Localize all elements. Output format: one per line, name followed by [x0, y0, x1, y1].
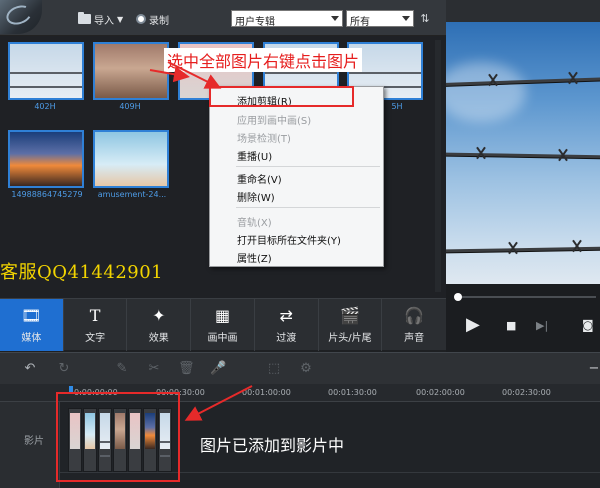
import-label: 导入 [94, 15, 114, 27]
tool-text[interactable]: T 文字 [64, 299, 128, 351]
picture-in-picture-icon: ▦ [214, 305, 231, 325]
undo-icon[interactable]: ↶ [22, 361, 38, 377]
edit-icon[interactable]: ✎ [114, 361, 130, 377]
chevron-down-icon [402, 16, 410, 21]
scrollbar[interactable] [435, 40, 441, 292]
tool-label: 片头/片尾 [328, 332, 372, 344]
barb [486, 73, 500, 87]
folder-icon [78, 12, 91, 24]
headphones-icon: 🎧 [404, 305, 425, 325]
filter-select-value: 所有 [350, 17, 370, 28]
menu-item-open-folder[interactable]: 打开目标所在文件夹(Y) [237, 232, 341, 247]
next-frame-icon[interactable]: ▶| [536, 319, 548, 332]
media-thumbnail[interactable] [93, 42, 169, 100]
media-thumbnail[interactable] [93, 130, 169, 188]
settings-icon[interactable]: ⚙ [298, 361, 314, 377]
ruler-tick: 00:01:30:00 [328, 388, 377, 397]
tool-titles[interactable]: 🎬 片头/片尾 [319, 299, 383, 351]
barbed-wire [446, 152, 600, 159]
ruler-tick: 00:02:30:00 [502, 388, 551, 397]
media-thumbnail[interactable] [8, 42, 84, 100]
sort-icon[interactable]: ⇅ [418, 12, 432, 25]
redo-icon[interactable]: ↻ [56, 361, 72, 377]
highlight-box-clips [56, 392, 180, 482]
playback-controls: ▶ ■ ▶| ◙ [446, 284, 600, 352]
text-icon: T [89, 305, 101, 325]
record-icon [136, 14, 146, 24]
app-logo-icon[interactable] [0, 0, 42, 34]
import-button[interactable]: 导入 ▼ [78, 11, 123, 27]
tool-label: 文字 [85, 332, 106, 344]
record-label: 录制 [149, 15, 169, 27]
tool-sound[interactable]: 🎧 声音 [382, 299, 446, 351]
album-select-value: 用户专辑 [235, 17, 275, 28]
play-icon[interactable]: ▶ [466, 314, 480, 335]
tool-picture-in-picture[interactable]: ▦ 画中画 [191, 299, 255, 351]
chevron-down-icon [331, 16, 339, 21]
track-header: 影片 [0, 402, 60, 488]
menu-item-audio-track[interactable]: 音轨(X) [237, 214, 272, 229]
cut-icon[interactable]: ✂ [146, 361, 162, 377]
stop-icon[interactable]: ■ [506, 319, 516, 332]
barb [474, 146, 488, 160]
delete-icon[interactable]: 🗑 [178, 361, 195, 377]
top-toolbar: 导入 ▼ 录制 用户专辑 所有 ⇅ [0, 0, 446, 36]
tools-bar: 🎞 媒体 T 文字 ✦ 效果 ▦ 画中画 ⇄ 过渡 🎬 片头/片尾 🎧 声音 [0, 298, 446, 351]
preview-screen [446, 22, 600, 284]
media-label: amusement-24... [97, 190, 167, 199]
menu-item-apply-pip[interactable]: 应用到画中画(S) [237, 112, 311, 127]
tool-label: 画中画 [207, 332, 238, 344]
context-menu: 添加剪辑(R) 应用到画中画(S) 场景检测(T) 重播(U) 重命名(V) 删… [209, 86, 384, 267]
media-label: 402H [34, 102, 56, 111]
barb [556, 148, 570, 162]
menu-item-replay[interactable]: 重播(U) [237, 148, 272, 163]
tool-label: 媒体 [21, 332, 42, 344]
preview-header [446, 0, 600, 22]
filter-select[interactable]: 所有 [346, 10, 414, 28]
chevron-down-icon: ▼ [117, 14, 124, 24]
barb [506, 241, 520, 255]
track-label: 影片 [24, 436, 44, 447]
magic-wand-icon: ✦ [152, 305, 166, 325]
annotation-bottom: 图片已添加到影片中 [200, 436, 345, 455]
film-icon: 🎞 [21, 305, 42, 325]
zoom-out-icon[interactable]: − [586, 361, 600, 377]
menu-item-scene-detect[interactable]: 场景检测(T) [237, 130, 291, 145]
barb [566, 71, 580, 85]
ruler-header [0, 384, 60, 402]
microphone-icon[interactable]: 🎤 [210, 361, 226, 377]
tool-label: 效果 [148, 332, 169, 344]
tool-transition[interactable]: ⇄ 过渡 [255, 299, 319, 351]
media-label: 409H [119, 102, 141, 111]
media-label: 14988864745279 [11, 190, 83, 199]
media-thumbnail[interactable] [8, 130, 84, 188]
album-select[interactable]: 用户专辑 [231, 10, 343, 28]
watermark: 客服QQ41442901 [0, 262, 164, 283]
record-button[interactable]: 录制 [136, 11, 169, 27]
tool-effects[interactable]: ✦ 效果 [127, 299, 192, 351]
menu-item-delete[interactable]: 删除(W) [237, 189, 275, 204]
barb [570, 239, 584, 253]
snapshot-icon[interactable]: ◙ [582, 318, 594, 332]
tool-label: 声音 [404, 332, 425, 344]
seek-handle[interactable] [454, 293, 462, 301]
menu-item-rename[interactable]: 重命名(V) [237, 171, 282, 186]
crop-icon[interactable]: ⬚ [266, 361, 282, 377]
transition-icon: ⇄ [279, 305, 293, 325]
tool-label: 过渡 [276, 332, 297, 344]
highlight-box-add-clip [209, 86, 354, 107]
timeline-toolbar: ↶ ↻ ✎ ✂ 🗑 🎤 ⬚ ⚙ − [0, 352, 600, 384]
menu-item-properties[interactable]: 属性(Z) [237, 250, 272, 265]
annotation-top: 选中全部图片右键点击图片 [164, 48, 363, 72]
tool-media[interactable]: 🎞 媒体 [0, 299, 64, 351]
clapperboard-icon: 🎬 [339, 305, 360, 325]
seek-bar[interactable] [456, 296, 596, 298]
ruler-tick: 00:01:00:00 [242, 388, 291, 397]
menu-separator [236, 166, 380, 167]
menu-separator [236, 207, 380, 208]
ruler-tick: 00:02:00:00 [416, 388, 465, 397]
